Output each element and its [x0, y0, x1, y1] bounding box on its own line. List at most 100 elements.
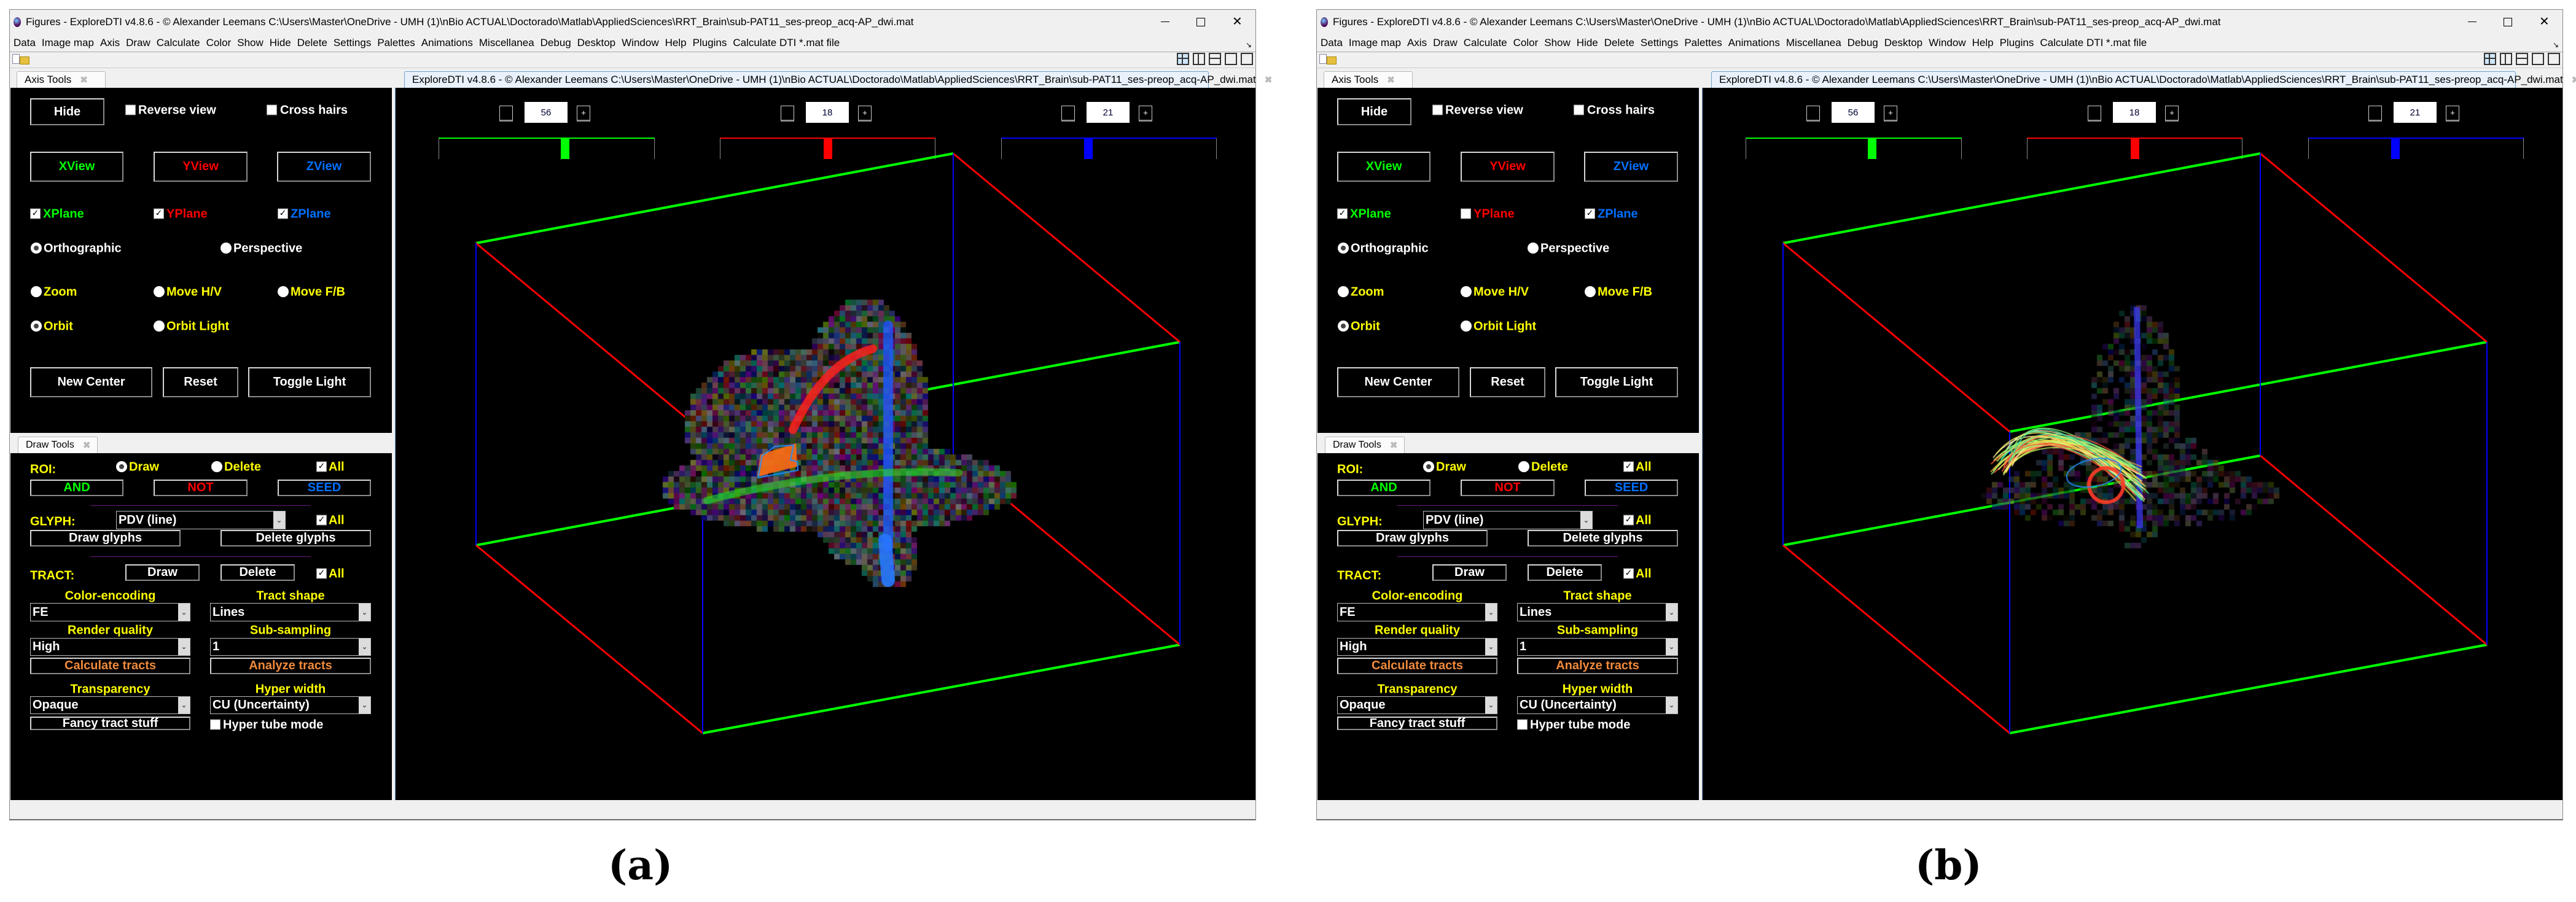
layout-grid-icon[interactable]	[1177, 53, 1189, 65]
menu-item[interactable]: Help	[665, 37, 687, 49]
chevron-down-icon[interactable]: ⌄	[359, 639, 370, 655]
color-encoding-dropdown[interactable]: FE ⌄	[1337, 603, 1497, 621]
menu-item[interactable]: Window	[622, 37, 658, 49]
roi-all-checkbox[interactable]: ✓	[316, 461, 327, 472]
layout-single-icon[interactable]	[2548, 53, 2560, 65]
render-quality-dropdown[interactable]: High ⌄	[1337, 638, 1497, 656]
close-icon[interactable]: ✖	[2572, 74, 2576, 85]
chevron-down-icon[interactable]: ⌄	[1485, 639, 1497, 655]
yplane-checkbox[interactable]: ✓	[154, 208, 164, 219]
menu-item[interactable]: Desktop	[1884, 37, 1922, 49]
menu-item[interactable]: Hide	[270, 37, 291, 49]
menu-item[interactable]: Plugins	[2000, 37, 2034, 49]
menu-item[interactable]: Miscellanea	[479, 37, 534, 49]
layout-rows-icon[interactable]	[1209, 53, 1221, 65]
menu-item[interactable]: Calculate	[157, 37, 200, 49]
reset-button[interactable]: Reset	[163, 367, 238, 397]
move-fb-radio[interactable]	[278, 286, 289, 297]
close-icon[interactable]: ✖	[80, 74, 88, 85]
close-icon[interactable]: ✖	[83, 440, 91, 451]
tab-draw-tools[interactable]: Draw Tools ✖	[18, 437, 98, 453]
menu-item[interactable]: Axis	[1407, 37, 1427, 49]
tab-axis-tools[interactable]: Axis Tools ✖	[1324, 71, 1413, 88]
menu-item[interactable]: Miscellanea	[1786, 37, 1841, 49]
menu-item[interactable]: Palettes	[377, 37, 415, 49]
render-quality-dropdown[interactable]: High ⌄	[30, 638, 190, 656]
orbit-light-radio[interactable]	[154, 321, 165, 332]
menu-item[interactable]: Show	[1544, 37, 1571, 49]
new-file-icon[interactable]	[1319, 54, 1327, 64]
tract-shape-dropdown[interactable]: Lines ⌄	[1517, 603, 1678, 621]
roi-draw-radio[interactable]	[116, 461, 127, 472]
transparency-dropdown[interactable]: Opaque ⌄	[30, 696, 190, 714]
move-hv-radio[interactable]	[154, 286, 165, 297]
3d-view[interactable]: 56+18+21+	[1702, 88, 2562, 800]
chevron-down-icon[interactable]: ⌄	[1666, 604, 1677, 621]
transparency-dropdown[interactable]: Opaque ⌄	[1337, 696, 1497, 714]
menu-item[interactable]: Image map	[42, 37, 94, 49]
orbit-light-radio[interactable]	[1461, 321, 1472, 332]
open-folder-icon[interactable]	[1327, 56, 1337, 64]
chevron-down-icon[interactable]: ⌄	[1666, 697, 1677, 713]
hyper-width-dropdown[interactable]: CU (Uncertainty) ⌄	[1517, 696, 1678, 714]
hyper-tube-checkbox[interactable]	[1517, 719, 1528, 730]
chevron-down-icon[interactable]: ⌄	[178, 639, 190, 655]
menu-item[interactable]: Desktop	[577, 37, 615, 49]
minimize-button[interactable]	[2468, 21, 2476, 22]
yplane-checkbox[interactable]	[1461, 208, 1471, 219]
and-button[interactable]: AND	[1337, 480, 1430, 496]
perspective-radio[interactable]	[1528, 243, 1539, 254]
color-encoding-dropdown[interactable]: FE ⌄	[30, 603, 190, 621]
menu-item[interactable]: Axis	[100, 37, 120, 49]
tab-figure-view[interactable]: ExploreDTI v4.8.6 - © Alexander Leemans …	[404, 71, 1272, 88]
menu-item[interactable]: Hide	[1577, 37, 1598, 49]
minimize-button[interactable]	[1161, 21, 1169, 22]
menu-item[interactable]: Delete	[297, 37, 327, 49]
menu-item[interactable]: Settings	[334, 37, 371, 49]
tab-axis-tools[interactable]: Axis Tools ✖	[17, 71, 106, 88]
and-button[interactable]: AND	[30, 480, 123, 496]
xview-button[interactable]: XView	[30, 152, 123, 182]
cross-hairs-checkbox[interactable]	[1574, 104, 1584, 115]
zview-button[interactable]: ZView	[277, 152, 371, 182]
glyph-all-checkbox[interactable]: ✓	[1623, 515, 1634, 526]
menu-item[interactable]: Data	[14, 37, 36, 49]
menu-item[interactable]: Show	[237, 37, 263, 49]
draw-glyphs-button[interactable]: Draw glyphs	[1337, 530, 1488, 546]
chevron-down-icon[interactable]: ⌄	[273, 511, 285, 529]
chevron-down-icon[interactable]: ⌄	[359, 697, 370, 713]
yview-button[interactable]: YView	[154, 152, 248, 182]
hyper-tube-checkbox[interactable]	[210, 719, 221, 730]
chevron-down-icon[interactable]: ⌄	[1666, 639, 1677, 655]
reverse-view-checkbox[interactable]	[125, 104, 136, 115]
sub-sampling-dropdown[interactable]: 1 ⌄	[210, 638, 371, 656]
close-button[interactable]: ✕	[2539, 14, 2550, 29]
seed-button[interactable]: SEED	[278, 480, 371, 496]
not-button[interactable]: NOT	[154, 480, 248, 496]
roi-draw-radio[interactable]	[1423, 461, 1434, 472]
move-fb-radio[interactable]	[1585, 286, 1596, 297]
chevron-down-icon[interactable]: ⌄	[359, 604, 370, 621]
3d-view[interactable]: 56+18+21+	[395, 88, 1255, 800]
cross-hairs-checkbox[interactable]	[267, 104, 277, 115]
reset-button[interactable]: Reset	[1470, 367, 1545, 397]
perspective-radio[interactable]	[221, 243, 232, 254]
menu-item[interactable]: Calculate DTI *.mat file	[733, 37, 840, 49]
orbit-radio[interactable]	[1338, 321, 1349, 332]
xplane-checkbox[interactable]: ✓	[1337, 208, 1348, 219]
layout-float-icon[interactable]	[1225, 53, 1237, 65]
new-file-icon[interactable]	[12, 54, 20, 64]
delete-glyphs-button[interactable]: Delete glyphs	[1528, 530, 1678, 546]
tab-draw-tools[interactable]: Draw Tools ✖	[1325, 437, 1405, 453]
tab-figure-view[interactable]: ExploreDTI v4.8.6 - © Alexander Leemans …	[1711, 71, 2576, 88]
new-center-button[interactable]: New Center	[30, 367, 152, 397]
hide-button[interactable]: Hide	[30, 98, 104, 125]
hide-button[interactable]: Hide	[1337, 98, 1411, 125]
tract-draw-button[interactable]: Draw	[1432, 564, 1507, 581]
hyper-width-dropdown[interactable]: CU (Uncertainty) ⌄	[210, 696, 371, 714]
xview-button[interactable]: XView	[1337, 152, 1430, 182]
chevron-down-icon[interactable]: ⌄	[1485, 604, 1497, 621]
glyph-type-dropdown[interactable]: PDV (line) ⌄	[1423, 511, 1593, 529]
menu-item[interactable]: Color	[1513, 37, 1539, 49]
roi-all-checkbox[interactable]: ✓	[1623, 461, 1634, 472]
